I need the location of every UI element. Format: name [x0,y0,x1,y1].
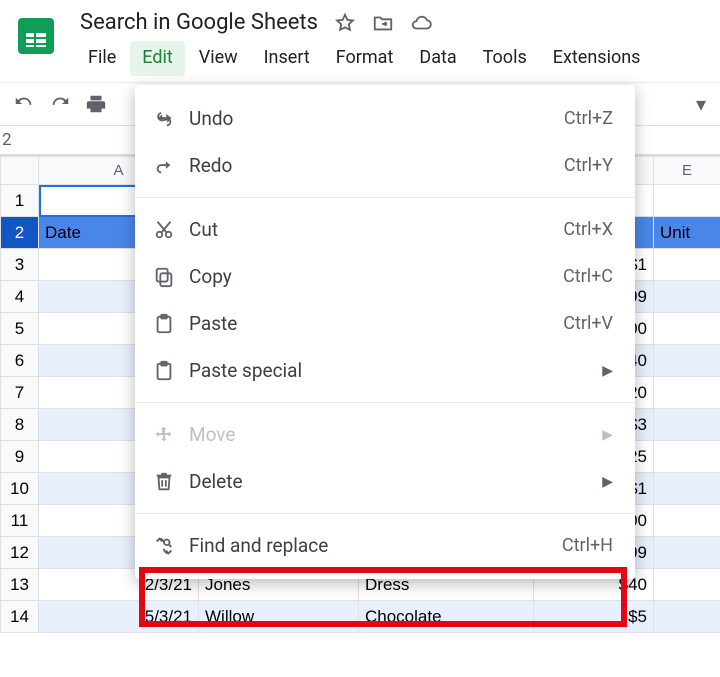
paste-special-icon [153,360,189,382]
menu-item-shortcut: Ctrl+H [562,535,613,556]
sheet-row[interactable]: 145/3/21WillowChocolate$5 [1,601,720,633]
document-title[interactable]: Search in Google Sheets [80,10,318,35]
menu-item-paste-special[interactable]: Paste special ▶ [135,347,635,394]
menu-item-copy[interactable]: Copy Ctrl+C [135,253,635,300]
paste-icon [153,313,189,335]
cut-icon [153,219,189,241]
menu-item-shortcut: Ctrl+Z [564,108,613,129]
delete-icon [153,471,189,493]
menu-tools[interactable]: Tools [471,41,539,76]
menu-item-redo[interactable]: Redo Ctrl+Y [135,142,635,189]
redo-icon [153,155,189,177]
submenu-arrow-icon: ▶ [602,474,613,490]
row-1-header[interactable]: 1 [1,185,39,217]
menu-item-label: Find and replace [189,534,562,557]
app-header: Search in Google Sheets File Edit View I… [0,0,720,76]
sheets-logo-icon[interactable] [12,12,60,60]
menu-view[interactable]: View [187,41,250,76]
menu-item-move: Move ▶ [135,411,635,458]
menu-item-find-replace[interactable]: Find and replace Ctrl+H [135,522,635,569]
menu-item-label: Redo [189,154,564,177]
col-E-header[interactable]: E [654,157,720,185]
edit-menu-dropdown: Undo Ctrl+Z Redo Ctrl+Y Cut Ctrl+X Copy … [135,85,635,579]
toolbar-overflow-icon[interactable]: ▾ [696,92,714,116]
menu-extensions[interactable]: Extensions [541,41,653,76]
menu-item-shortcut: Ctrl+Y [564,155,613,176]
menu-item-shortcut: Ctrl+C [563,266,613,287]
undo-button[interactable] [6,86,42,122]
title-action-icons [334,12,432,34]
menu-item-label: Cut [189,218,563,241]
menu-item-label: Undo [189,107,564,130]
menu-format[interactable]: Format [324,41,406,76]
cell-E2[interactable]: Unit [654,217,720,249]
star-icon[interactable] [334,12,356,34]
menu-insert[interactable]: Insert [252,41,322,76]
menu-bar: File Edit View Insert Format Data Tools … [66,41,712,76]
move-icon [153,424,189,446]
menu-edit[interactable]: Edit [130,41,184,76]
copy-icon [153,266,189,288]
menu-item-shortcut: Ctrl+X [563,219,613,240]
select-all-corner[interactable] [1,157,39,185]
menu-item-label: Paste [189,312,563,335]
submenu-arrow-icon: ▶ [602,363,613,379]
print-button[interactable] [78,86,114,122]
row-2-header[interactable]: 2 [1,217,39,249]
cloud-status-icon[interactable] [410,12,432,34]
find-replace-icon [153,535,189,557]
undo-icon [153,108,189,130]
name-box[interactable]: 2 [0,128,16,152]
menu-item-label: Paste special [189,359,590,382]
menu-data[interactable]: Data [407,41,468,76]
redo-button[interactable] [42,86,78,122]
menu-item-delete[interactable]: Delete ▶ [135,458,635,505]
menu-item-cut[interactable]: Cut Ctrl+X [135,206,635,253]
menu-separator [135,402,635,403]
menu-item-label: Delete [189,470,590,493]
menu-separator [135,513,635,514]
move-folder-icon[interactable] [372,12,394,34]
menu-file[interactable]: File [76,41,128,76]
menu-item-label: Copy [189,265,563,288]
menu-separator [135,197,635,198]
menu-item-undo[interactable]: Undo Ctrl+Z [135,95,635,142]
menu-item-shortcut: Ctrl+V [563,313,613,334]
submenu-arrow-icon: ▶ [602,427,613,443]
menu-item-label: Move [189,423,590,446]
menu-item-paste[interactable]: Paste Ctrl+V [135,300,635,347]
